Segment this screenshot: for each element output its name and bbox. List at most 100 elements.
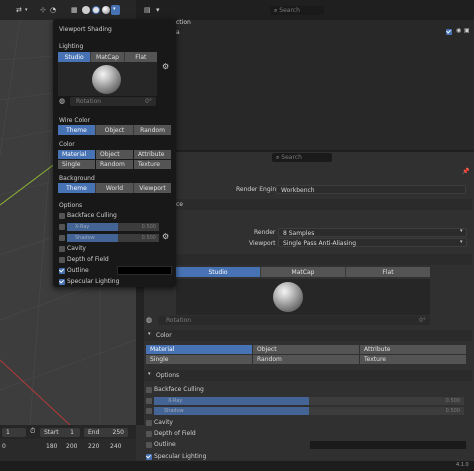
options-panel-title: Options (156, 372, 180, 379)
xray-label: X-Ray (75, 224, 90, 230)
color-object-button[interactable]: Object (96, 150, 133, 159)
properties-color-texture[interactable]: Texture (360, 355, 466, 364)
properties-shadow-checkbox[interactable] (146, 408, 152, 414)
color-label: Color (59, 141, 75, 148)
rotation-label: Rotation (76, 98, 102, 105)
camera-icon[interactable]: ▣ (464, 28, 470, 34)
timeline-ruler[interactable]: 0 180 200 220 240 (0, 439, 136, 461)
color-panel-title: Color (156, 332, 172, 339)
background-label: Background (59, 175, 95, 182)
color-attribute-button[interactable]: Attribute (134, 150, 171, 159)
exclude-checkbox[interactable] (446, 29, 452, 35)
backface-culling-checkbox[interactable] (59, 213, 65, 219)
properties-outline-color-swatch[interactable] (310, 441, 466, 449)
outliner-display-icon[interactable]: ▤ (144, 7, 151, 14)
properties-color-object[interactable]: Object (253, 345, 359, 354)
color-random-button[interactable]: Random (96, 160, 133, 169)
outliner-item-collection[interactable]: ction (176, 19, 191, 26)
chevron-down-icon: ▾ (460, 239, 463, 245)
world-icon[interactable]: ◍ (146, 317, 152, 324)
properties-studio-light-sphere (273, 282, 303, 312)
properties-lighting-flat[interactable]: Flat (346, 267, 430, 277)
background-viewport-button[interactable]: Viewport (134, 183, 171, 193)
properties-lighting-matcap[interactable]: MatCap (261, 267, 346, 277)
properties-specular-checkbox[interactable] (146, 454, 152, 460)
render-engine-dropdown[interactable]: Workbench (276, 185, 466, 194)
specular-lighting-checkbox[interactable] (59, 279, 65, 285)
properties-xray-slider[interactable]: X-Ray 0.500 (154, 397, 464, 405)
properties-shadow-slider[interactable]: Shadow 0.500 (154, 407, 464, 415)
xray-slider[interactable]: X-Ray 0.500 (67, 223, 159, 231)
properties-lighting-studio[interactable]: Studio (176, 267, 261, 277)
properties-backface-culling-checkbox[interactable] (146, 387, 152, 393)
stopwatch-icon[interactable]: ⏱ (30, 428, 35, 435)
dof-checkbox[interactable] (59, 257, 65, 263)
version-label: 4.1.0 (456, 462, 469, 468)
lighting-studio-button[interactable]: Studio (58, 52, 92, 62)
properties-color-single[interactable]: Single (146, 355, 252, 364)
sampling-panel-header[interactable]: ce (144, 199, 472, 210)
lighting-label: Lighting (59, 43, 84, 50)
outline-checkbox[interactable] (59, 268, 65, 274)
properties-dof-checkbox[interactable] (146, 431, 152, 437)
lighting-matcap-button[interactable]: MatCap (91, 52, 125, 62)
dof-label: Depth of Field (67, 256, 109, 263)
background-world-button[interactable]: World (96, 183, 134, 193)
wire-theme-button[interactable]: Theme (58, 125, 96, 135)
view-transform-icon[interactable]: ⇄ (16, 7, 22, 14)
current-frame-field[interactable]: 1 (2, 428, 26, 437)
properties-color-material[interactable]: Material (146, 345, 252, 354)
overlay-icon[interactable]: ◔ (50, 7, 56, 14)
cavity-checkbox[interactable] (59, 246, 65, 252)
properties-color-attribute[interactable]: Attribute (360, 345, 466, 354)
start-frame-field[interactable]: Start 1 (40, 428, 80, 437)
sampling-panel-title: ce (176, 201, 183, 208)
wire-object-button[interactable]: Object (96, 125, 134, 135)
color-panel-header[interactable]: ▾ Color (144, 330, 472, 341)
properties-xray-checkbox[interactable] (146, 398, 152, 404)
outliner-search-placeholder: Search (279, 7, 300, 14)
chevron-down-icon[interactable]: ▾ (25, 8, 28, 13)
xray-checkbox[interactable] (59, 224, 65, 230)
outline-color-swatch[interactable] (117, 266, 172, 275)
options-panel-header[interactable]: ▾ Options (144, 370, 472, 381)
properties-search-placeholder: Search (281, 154, 302, 161)
eye-icon[interactable]: ◉ (456, 28, 461, 34)
properties-color-random[interactable]: Random (253, 355, 359, 364)
properties-outline-checkbox[interactable] (146, 442, 152, 448)
properties-shadow-value: 0.500 (445, 408, 460, 414)
lighting-panel-header[interactable] (144, 254, 472, 265)
end-frame-field[interactable]: End 250 (84, 428, 128, 437)
properties-search-input[interactable]: ⌕ Search (272, 153, 332, 162)
properties-cavity-checkbox[interactable] (146, 420, 152, 426)
gear-icon[interactable]: ⚙ (162, 63, 169, 71)
shadow-checkbox[interactable] (59, 235, 65, 241)
shadow-slider[interactable]: Shadow 0.500 (67, 234, 159, 242)
properties-studio-light-preview[interactable] (176, 279, 430, 315)
render-samples-dropdown[interactable]: 8 Samples (278, 228, 467, 237)
xray-icon[interactable]: ▦ (71, 7, 78, 14)
shadow-value: 0.500 (141, 235, 156, 241)
properties-rotation-slider[interactable]: Rotation 0° (158, 316, 430, 325)
outliner-item-camera[interactable]: a (176, 29, 180, 36)
gear-icon[interactable]: ⚙ (162, 233, 169, 241)
color-material-button[interactable]: Material (58, 150, 95, 159)
viewport-samples-dropdown[interactable]: Single Pass Anti-Aliasing (278, 238, 467, 247)
rotation-slider[interactable]: Rotation 0° (70, 97, 156, 106)
shading-material-button[interactable] (92, 6, 100, 14)
shading-solid-button[interactable] (82, 6, 90, 14)
start-frame-label: Start (44, 429, 59, 436)
lighting-flat-button[interactable]: Flat (124, 52, 157, 62)
shading-rendered-button[interactable] (102, 6, 110, 14)
pin-icon[interactable]: 📌 (462, 169, 469, 175)
options-label: Options (59, 202, 83, 209)
properties-shadow-label: Shadow (164, 408, 184, 414)
gizmo-icon[interactable]: ⊹ (40, 7, 46, 14)
color-single-button[interactable]: Single (58, 160, 95, 169)
world-icon[interactable]: ◍ (59, 98, 65, 105)
wire-random-button[interactable]: Random (134, 125, 171, 135)
color-texture-button[interactable]: Texture (134, 160, 171, 169)
outliner-search-input[interactable]: ⌕ Search (270, 6, 324, 15)
background-theme-button[interactable]: Theme (58, 183, 96, 193)
filter-icon[interactable]: ▾ (156, 7, 160, 14)
